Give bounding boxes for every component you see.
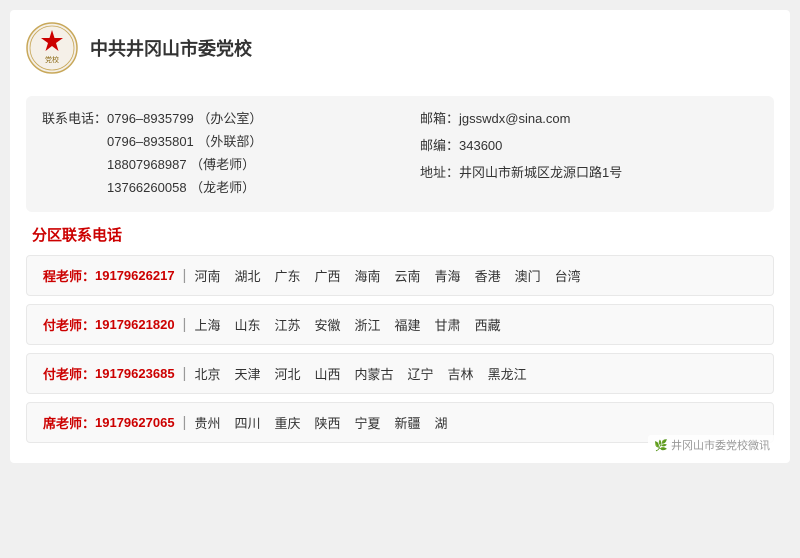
region: 新疆 [395,413,421,432]
contact-phone-2: 19179623685 [95,366,175,381]
org-name: 中共井冈山市委党校 [90,35,252,61]
region: 河南 [194,266,220,285]
phone-label: 联系电话： [42,108,107,127]
region: 重庆 [274,413,300,432]
region: 西藏 [475,315,501,334]
region: 辽宁 [408,364,434,383]
region: 青海 [435,266,461,285]
contact-divider-3: | [183,414,187,431]
phone-row-3: 联系电话： 18807968987 （傅老师） [42,154,380,173]
contact-person-0: 程老师： [43,266,95,285]
email-label: 邮箱： [420,108,459,127]
contact-regions-3: 贵州四川重庆陕西宁夏新疆湖 [194,413,447,432]
watermark-text: 井冈山市委党校微讯 [671,440,770,452]
contact-phone-0: 19179626217 [95,268,175,283]
region: 云南 [395,266,421,285]
region: 广西 [315,266,341,285]
region: 山西 [315,364,341,383]
region: 安徽 [315,315,341,334]
address-value: 井冈山市新城区龙源口路1号 [459,162,622,181]
contact-cards: 程老师：19179626217 | 河南湖北广东广西海南云南青海香港澳门台湾付老师：… [26,255,774,443]
postal-value: 343600 [459,138,502,153]
contact-regions-0: 河南湖北广东广西海南云南青海香港澳门台湾 [194,266,580,285]
region: 湖北 [234,266,260,285]
phone-row-2: 联系电话： 0796–8935801 （外联部） [42,131,380,150]
phone-row-4: 联系电话： 13766260058 （龙老师） [42,177,380,196]
contact-phone-1: 19179621820 [95,317,175,332]
postal-row: 邮编： 343600 [420,135,758,154]
phone-1: 0796–8935799 （办公室） [107,108,262,127]
contact-divider-0: | [183,267,187,284]
svg-text:党校: 党校 [45,55,59,64]
region: 河北 [274,364,300,383]
watermark-icon: 🌿 [654,440,671,452]
region: 台湾 [555,266,581,285]
contact-card-2: 付老师：19179623685 | 北京天津河北山西内蒙古辽宁吉林黑龙江 [26,353,774,394]
phone-2: 0796–8935801 （外联部） [107,131,262,150]
region: 内蒙古 [355,364,394,383]
region: 吉林 [448,364,474,383]
info-section: 联系电话： 0796–8935799 （办公室） 联系电话： 0796–8935… [26,96,774,212]
phone-4: 13766260058 （龙老师） [107,177,255,196]
region: 黑龙江 [488,364,527,383]
contact-person-1: 付老师： [43,315,95,334]
region: 贵州 [194,413,220,432]
region: 香港 [475,266,501,285]
contact-card-0: 程老师：19179626217 | 河南湖北广东广西海南云南青海香港澳门台湾 [26,255,774,296]
email-row: 邮箱： jgsswdx@sina.com [420,108,758,127]
region: 浙江 [355,315,381,334]
contact-card-1: 付老师：19179621820 | 上海山东江苏安徽浙江福建甘肃西藏 [26,304,774,345]
region: 天津 [234,364,260,383]
region: 澳门 [515,266,541,285]
info-right: 邮箱： jgsswdx@sina.com 邮编： 343600 地址： 井冈山市… [420,108,758,200]
region: 北京 [194,364,220,383]
contact-person-2: 付老师： [43,364,95,383]
section-title-text: 分区联系电话 [32,224,122,245]
region: 海南 [355,266,381,285]
phone-row-1: 联系电话： 0796–8935799 （办公室） [42,108,380,127]
contact-regions-1: 上海山东江苏安徽浙江福建甘肃西藏 [194,315,500,334]
email-value: jgsswdx@sina.com [459,111,570,126]
info-left: 联系电话： 0796–8935799 （办公室） 联系电话： 0796–8935… [42,108,380,200]
region: 宁夏 [355,413,381,432]
region: 江苏 [274,315,300,334]
region: 湖 [435,413,448,432]
region: 山东 [234,315,260,334]
region: 福建 [395,315,421,334]
section-title: 分区联系电话 [26,224,774,245]
watermark: 🌿 井冈山市委党校微讯 [648,435,776,455]
address-label: 地址： [420,162,459,181]
contact-person-3: 席老师： [43,413,95,432]
address-row: 地址： 井冈山市新城区龙源口路1号 [420,162,758,181]
org-logo: 党校 [26,22,78,74]
region: 陕西 [315,413,341,432]
region: 上海 [194,315,220,334]
region: 四川 [234,413,260,432]
contact-phone-3: 19179627065 [95,415,175,430]
contact-divider-2: | [183,365,187,382]
postal-label: 邮编： [420,135,459,154]
header: 党校 中共井冈山市委党校 [26,22,774,84]
contact-divider-1: | [183,316,187,333]
region: 广东 [274,266,300,285]
contact-regions-2: 北京天津河北山西内蒙古辽宁吉林黑龙江 [194,364,526,383]
phone-3: 18807968987 （傅老师） [107,154,255,173]
region: 甘肃 [435,315,461,334]
